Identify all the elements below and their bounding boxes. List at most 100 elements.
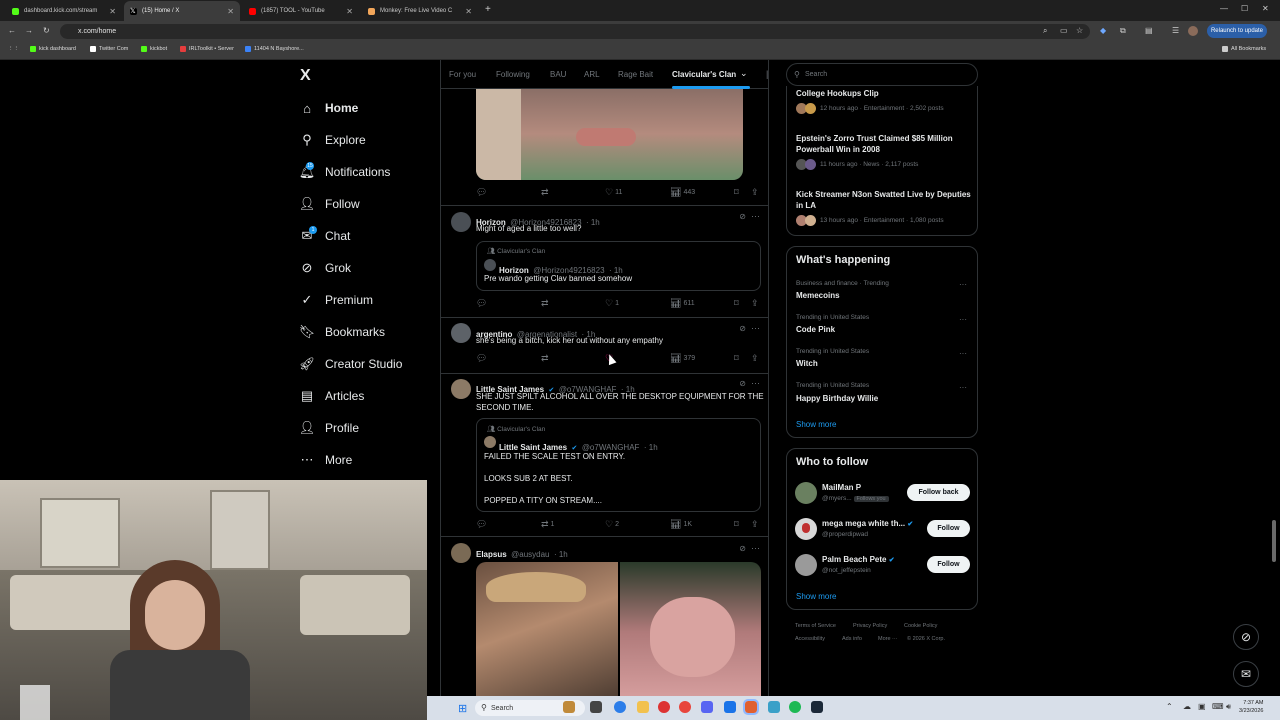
grok-icon[interactable]: ⊘ <box>739 379 746 388</box>
all-bookmarks[interactable]: All Bookmarks <box>1222 46 1266 52</box>
trend-item[interactable]: Happy Birthday Willie <box>796 393 878 404</box>
spotify-icon[interactable] <box>789 701 801 713</box>
tab-claviculars-clan[interactable]: Clavicular's Clan <box>672 70 736 79</box>
avatar[interactable] <box>795 554 817 576</box>
footer-link[interactable]: Cookie Policy <box>904 623 937 629</box>
windows-start-icon[interactable]: ⊞ <box>458 702 467 715</box>
user-name[interactable]: MailMan P <box>822 482 861 493</box>
footer-link[interactable]: More ··· <box>878 636 898 642</box>
more-options-icon[interactable]: ··· <box>959 349 967 358</box>
grok-icon[interactable]: ⊘ <box>739 212 746 221</box>
user-name[interactable]: mega mega white th... ✔ <box>822 518 913 530</box>
menu-icon[interactable]: ☰ <box>1172 26 1179 35</box>
like-action[interactable]: ♡ 2 <box>605 519 619 530</box>
follow-button[interactable]: Follow <box>927 520 970 537</box>
footer-link[interactable]: Terms of Service <box>795 623 836 629</box>
tab-for-you[interactable]: For you <box>449 70 476 79</box>
nav-explore[interactable]: ⚲ Explore <box>299 132 365 148</box>
follow-button[interactable]: Follow <box>927 556 970 573</box>
clock[interactable]: 7:37 AM 3/23/2026 <box>1239 699 1263 715</box>
footer-link[interactable]: Accessibility <box>795 636 825 642</box>
close-window-icon[interactable]: ✕ <box>1262 4 1269 13</box>
relaunch-button[interactable]: Relaunch to update <box>1207 24 1267 38</box>
tweet[interactable]: argentino @argenationalist · 1h ⊘ ··· sh… <box>441 318 768 374</box>
minimize-icon[interactable]: — <box>1220 4 1228 13</box>
trend-item[interactable]: Memecoins <box>796 290 840 301</box>
repost-action[interactable]: ⇄ 1 <box>541 519 554 530</box>
star-icon[interactable]: ☆ <box>1076 26 1083 35</box>
avatar[interactable] <box>795 482 817 504</box>
nav-more[interactable]: ⋯ More <box>299 452 353 468</box>
tab-rage-bait[interactable]: Rage Bait <box>618 70 653 79</box>
more-options-icon[interactable]: ··· <box>959 383 967 392</box>
more-options-icon[interactable]: ··· <box>751 323 760 333</box>
trend-title[interactable]: Epstein's Zorro Trust Claimed $85 Millio… <box>796 133 971 155</box>
trend-item[interactable]: Code Pink <box>796 324 835 335</box>
zoom-icon[interactable]: ⌕ <box>1043 26 1047 36</box>
tweet[interactable]: Horizon @Horizon49216823 · 1h ⊘ ··· Migh… <box>441 206 768 318</box>
reload-icon[interactable]: ↻ <box>43 26 50 35</box>
nav-chat[interactable]: ✉ Chat <box>299 228 351 244</box>
tweet-media-image[interactable] <box>476 562 618 696</box>
trend-item[interactable]: Witch <box>796 358 818 369</box>
tweet-author[interactable]: Elapsus <box>476 550 507 559</box>
like-action[interactable]: ♡ 11 <box>605 187 622 198</box>
avatar[interactable] <box>451 323 471 343</box>
messages-float-button[interactable]: ✉ <box>1233 661 1259 687</box>
nav-home[interactable]: ⌂ Home <box>299 100 358 116</box>
taskbar-app-icon[interactable] <box>590 701 602 713</box>
repost-action[interactable]: ⇄ <box>541 353 551 364</box>
share-action[interactable]: ⇪ <box>751 298 761 309</box>
steam-icon[interactable] <box>811 701 823 713</box>
bookmark-twitter[interactable]: Twitter Com <box>90 46 128 52</box>
nav-creator-studio[interactable]: 🚀︎ Creator Studio <box>299 356 403 372</box>
bookmark-address[interactable]: 11404 N Bayshore... <box>245 46 304 52</box>
quoted-tweet[interactable]: 👥︎ Clavicular's Clan Little Saint James … <box>476 418 761 512</box>
share-action[interactable]: ⇪ <box>751 187 761 198</box>
bookmark-action[interactable]: ⌑ <box>734 519 741 530</box>
network-icon[interactable]: ⌨ <box>1212 702 1224 711</box>
new-tab-icon[interactable]: + <box>485 4 491 15</box>
views-action[interactable]: 📊︎ 611 <box>670 298 695 309</box>
search-input[interactable]: ⚲ Search <box>786 63 978 86</box>
bookmark-action[interactable]: ⌑ <box>734 187 741 198</box>
more-options-icon[interactable]: ··· <box>751 378 760 388</box>
share-action[interactable]: ⇪ <box>751 353 761 364</box>
puzzle-icon[interactable]: ⧉ <box>1120 26 1126 36</box>
sidepanel-icon[interactable]: ▤ <box>1145 26 1153 35</box>
bookmark-kickbot[interactable]: kickbot <box>141 46 167 52</box>
taskbar-app-icon[interactable] <box>563 701 575 713</box>
taskbar-app-icon[interactable] <box>658 701 670 713</box>
tray-chevron-icon[interactable]: ⌃ <box>1166 702 1173 711</box>
more-options-icon[interactable]: ··· <box>751 211 760 221</box>
tray-icon[interactable]: ☁ <box>1183 702 1191 711</box>
back-icon[interactable]: ← <box>8 26 16 35</box>
tab-bau[interactable]: BAU <box>550 70 566 79</box>
nav-bookmarks[interactable]: 🔖︎ Bookmarks <box>299 324 385 340</box>
nav-grok[interactable]: ⊘ Grok <box>299 260 351 276</box>
user-name[interactable]: Palm Beach Pete ✔ <box>822 554 895 566</box>
bookmark-kick-dashboard[interactable]: kick dashboard <box>30 46 76 52</box>
taskbar-app-icon[interactable] <box>614 701 626 713</box>
tray-icon[interactable]: ▣ <box>1198 702 1206 711</box>
grok-float-button[interactable]: ⊘ <box>1233 624 1259 650</box>
show-more-link[interactable]: Show more <box>796 592 836 601</box>
trend-title[interactable]: College Hookups Clip <box>796 88 879 99</box>
avatar[interactable] <box>451 212 471 232</box>
follow-back-button[interactable]: Follow back <box>907 484 970 501</box>
scroll-right-icon[interactable]: | <box>766 69 768 79</box>
bookmark-action[interactable]: ⌑ <box>734 353 741 364</box>
tab-following[interactable]: Following <box>496 70 530 79</box>
forward-icon[interactable]: → <box>25 26 33 35</box>
taskbar-app-icon[interactable] <box>701 701 713 713</box>
like-action[interactable]: ♡ 1 <box>605 298 619 309</box>
views-action[interactable]: 📊︎ 379 <box>670 353 695 364</box>
tweet-media-image[interactable] <box>476 88 743 180</box>
browser-tab[interactable]: (1857) TOOL - YouTube ✕ <box>243 1 359 21</box>
nav-follow[interactable]: 👤︎ Follow <box>299 196 360 212</box>
volume-icon[interactable]: 🔊︎ <box>1226 702 1231 712</box>
avatar[interactable] <box>451 543 471 563</box>
taskbar-app-icon[interactable] <box>724 701 736 713</box>
reply-action[interactable]: 💬︎ <box>476 519 489 530</box>
close-tab-icon[interactable]: ✕ <box>109 7 116 16</box>
